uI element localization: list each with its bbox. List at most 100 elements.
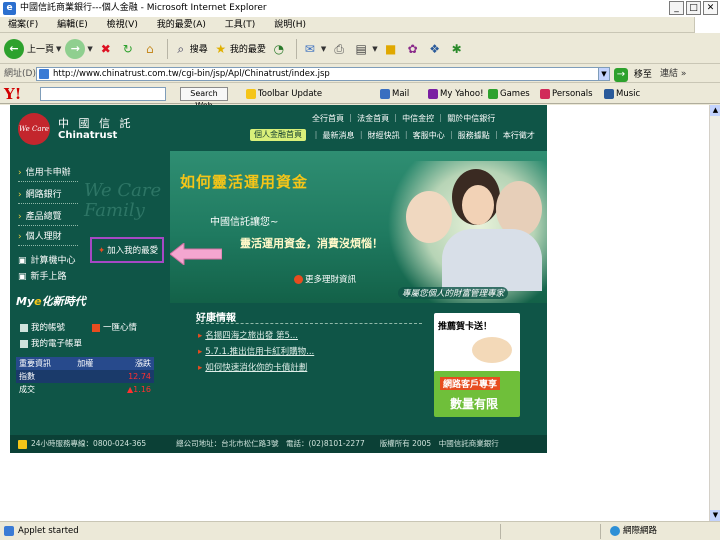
menu-file[interactable]: 檔案(F)	[8, 20, 38, 30]
yahoo-search-input[interactable]	[40, 87, 166, 101]
yahoo-toolbar: Y! Search Web Toolbar Update Mail My Yah…	[0, 84, 720, 110]
yahoo-mail[interactable]: Mail	[380, 84, 409, 104]
yahoo-my-yahoo[interactable]: My Yahoo!	[428, 84, 484, 104]
we-care-watermark: We Care Family	[84, 180, 162, 221]
guide-icon: ▣	[18, 272, 27, 282]
promo-link[interactable]: ▸ 名揚四海之旅出發 第5...	[198, 329, 298, 341]
games-label: Games	[500, 89, 530, 99]
e-statement-link[interactable]: 我的電子帳單	[20, 337, 82, 349]
yahoo-personals[interactable]: Personals	[540, 84, 593, 104]
favorites-label: 我的最愛	[229, 45, 266, 55]
my-account-link[interactable]: 我的帳號	[20, 321, 65, 333]
my-e-section: Mye化新時代 我的帳號 一匯心情 我的電子帳單 重要資訊 加權 漲跌 指數 1…	[10, 291, 170, 401]
yahoo-music[interactable]: Music	[604, 84, 640, 104]
favorites-button[interactable]: ★ 我的最愛	[212, 37, 266, 61]
close-button[interactable]: ✕	[703, 1, 718, 15]
greeting-card-ad[interactable]: 推薦賀卡送！	[434, 313, 520, 373]
maximize-button[interactable]: □	[686, 1, 701, 15]
clothing-photo	[442, 229, 542, 291]
calculator-center-link[interactable]: ▣ 計算機中心	[18, 253, 76, 266]
bank-name-en: Chinatrust	[58, 130, 118, 141]
menu-wealth-label: 個人理財	[25, 232, 62, 242]
menu-credit-card[interactable]: › 信用卡申辦	[18, 165, 71, 178]
add-to-favorites-highlight[interactable]: ✦ 加入我的最愛	[90, 237, 164, 263]
go-button[interactable]: → 移至	[614, 66, 652, 84]
address-input[interactable]: http://www.chinatrust.com.tw/cgi-bin/jsp…	[36, 67, 600, 81]
address-url: http://www.chinatrust.com.tw/cgi-bin/jsp…	[53, 69, 330, 79]
personal-banking-home-button[interactable]: 個人金融首頁	[250, 129, 306, 141]
home-button[interactable]: ⌂	[141, 37, 159, 61]
history-button[interactable]: ◔	[270, 37, 288, 61]
row-value	[74, 370, 109, 383]
window-titlebar: e 中國信託商業銀行---個人金融 - Microsoft Internet E…	[0, 0, 720, 17]
messenger-button[interactable]: ✿	[404, 37, 422, 61]
my-account-label: 我的帳號	[31, 323, 66, 333]
sub-navigation[interactable]: ｜ 最新消息 ｜ 財經快訊 ｜ 客服中心 ｜ 服務據點 ｜ 本行徵才	[312, 130, 535, 141]
address-bar: 網址(D) http://www.chinatrust.com.tw/cgi-b…	[0, 65, 720, 83]
menu-view[interactable]: 檢視(V)	[107, 20, 138, 30]
promo-banner[interactable]: 如何靈活運用資金 中國信託讓您~ 靈活運用資金，消費沒煩惱！ 更多理財資訊 專屬…	[170, 151, 547, 303]
promo-link[interactable]: ▸ 如何快速消化你的卡債計劃	[198, 361, 307, 373]
back-button[interactable]: ← 上一頁 ▼	[4, 37, 61, 61]
msn-button[interactable]: ✱	[448, 37, 466, 61]
more-finance-info-link[interactable]: 更多理財資訊	[294, 273, 356, 285]
menu-edit[interactable]: 編輯(E)	[57, 20, 88, 30]
elderly-woman-photo	[406, 191, 452, 243]
top-navigation[interactable]: 全行首頁 ｜ 法金首頁 ｜ 中信金控 ｜ 關於中信銀行	[312, 113, 495, 124]
bullet-icon: ›	[18, 190, 22, 200]
menu-favorites[interactable]: 我的最愛(A)	[157, 20, 206, 30]
refresh-button[interactable]: ↻	[119, 37, 137, 61]
vertical-scrollbar[interactable]: ▲ ▼	[709, 105, 720, 521]
stop-button[interactable]: ✖	[97, 37, 115, 61]
arrow-bullet-icon: ▸	[198, 331, 203, 341]
promo-link[interactable]: ▸ 5.7.1.推出信用卡紅利購物...	[198, 345, 314, 357]
minimize-button[interactable]: _	[669, 1, 684, 15]
more-finance-info-label: 更多理財資訊	[305, 275, 357, 285]
yahoo-games[interactable]: Games	[488, 84, 530, 104]
column-header: 漲跌	[108, 357, 154, 370]
edit-button[interactable]: ▤ ▼	[352, 37, 378, 61]
online-customer-ad[interactable]: 網路客戶專享 數量有限	[434, 371, 520, 417]
yahoo-search-web-button[interactable]: Search Web	[180, 87, 228, 110]
forward-arrow-icon: →	[65, 38, 86, 59]
banner-title: 如何靈活運用資金	[180, 173, 309, 191]
toolbar-update-label: Toolbar Update	[258, 89, 323, 99]
chinatrust-logo[interactable]: We Care	[18, 113, 50, 145]
yahoo-logo[interactable]: Y!	[4, 85, 21, 103]
menu-tools[interactable]: 工具(T)	[225, 20, 256, 30]
chevron-down-icon: ▼	[372, 44, 378, 53]
ie-icon: e	[3, 2, 16, 15]
links-button[interactable]: 連結 »	[660, 65, 686, 83]
menu-help[interactable]: 說明(H)	[274, 20, 306, 30]
add-to-favorites-link[interactable]: ✦ 加入我的最愛	[98, 244, 158, 256]
banner-slogan: 靈活運用資金，消費沒煩惱！	[240, 237, 383, 250]
status-bar: Applet started 網際網路	[0, 521, 720, 540]
address-dropdown-button[interactable]: ▼	[598, 67, 610, 81]
remittance-link[interactable]: 一匯心情	[92, 321, 137, 333]
forward-button[interactable]: → ▼	[65, 37, 93, 61]
scroll-down-button[interactable]: ▼	[710, 510, 720, 521]
bullet-icon: ›	[18, 212, 22, 222]
my-e-letter: e	[34, 295, 42, 308]
search-button[interactable]: ⌕ 搜尋	[172, 37, 207, 61]
chevron-down-icon: ▼	[320, 44, 327, 53]
menu-online-banking[interactable]: › 網路銀行	[18, 187, 62, 200]
yahoo-toolbar-update[interactable]: Toolbar Update	[246, 84, 322, 104]
mail-button[interactable]: ✉ ▼	[301, 37, 326, 61]
beginner-guide-link[interactable]: ▣ 新手上路	[18, 269, 67, 282]
scroll-up-button[interactable]: ▲	[710, 105, 720, 116]
arrow-bullet-icon: ▸	[198, 363, 203, 373]
discuss-button[interactable]: ■	[382, 37, 400, 61]
beginner-guide-label: 新手上路	[30, 272, 67, 282]
promotions-divider	[196, 323, 422, 324]
research-button[interactable]: ❖	[426, 37, 444, 61]
chevron-down-icon: ▼	[87, 44, 93, 53]
my-e-prefix: My	[16, 295, 35, 308]
menu-products[interactable]: › 產品總覽	[18, 209, 62, 222]
market-info-table: 重要資訊 加權 漲跌 指數 12.74 成交 ▲1.16	[16, 357, 154, 396]
remittance-icon	[92, 323, 100, 332]
menu-wealth[interactable]: › 個人理財	[18, 229, 62, 242]
history-icon: ◔	[273, 41, 285, 56]
note-icon: ■	[384, 41, 397, 56]
print-button[interactable]: ⎙	[330, 37, 348, 61]
